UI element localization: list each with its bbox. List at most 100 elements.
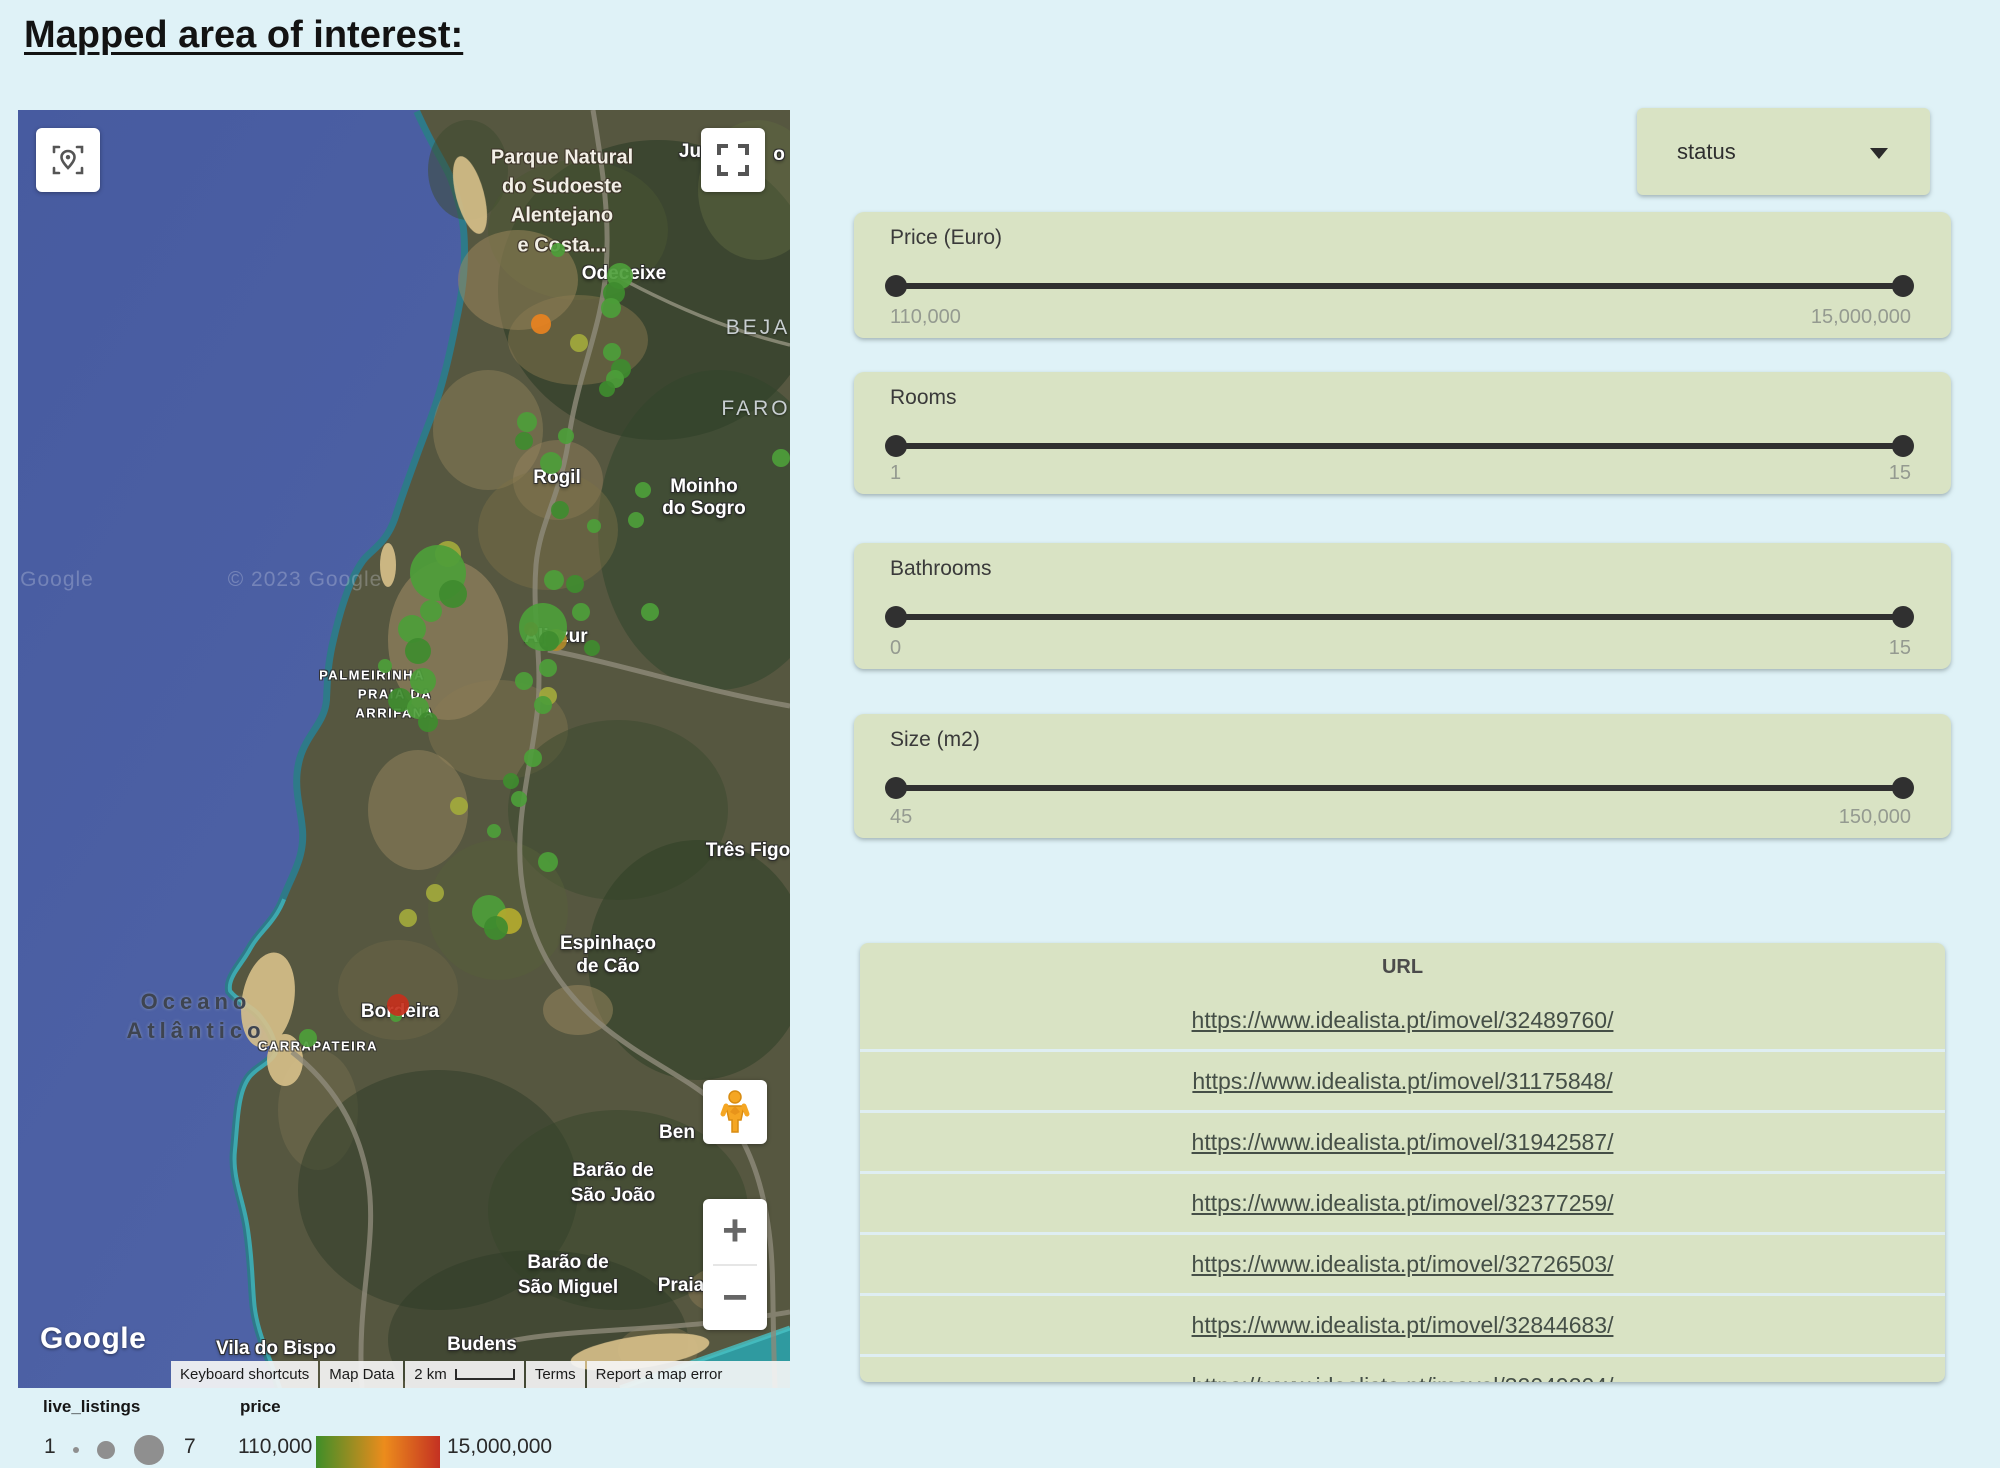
report-map-error-link[interactable]: Report a map error [587, 1361, 790, 1388]
listing-marker[interactable] [772, 449, 790, 467]
table-row: https://www.idealista.pt/imovel/32489760… [860, 991, 1945, 1049]
listing-marker[interactable] [503, 773, 519, 789]
listing-marker[interactable] [387, 994, 409, 1016]
rooms-slider-handle-max[interactable] [1892, 435, 1914, 457]
price-slider-handle-min[interactable] [885, 275, 907, 297]
size-slider-handle-min[interactable] [885, 777, 907, 799]
listing-marker[interactable] [628, 512, 644, 528]
listing-marker[interactable] [584, 640, 600, 656]
table-row: https://www.idealista.pt/imovel/32049204… [860, 1354, 1945, 1382]
scale-segment: 2 km [405, 1361, 524, 1388]
bathrooms-slider-handle-max[interactable] [1892, 606, 1914, 628]
zoom-in-button[interactable]: + [703, 1199, 767, 1264]
listing-marker[interactable] [524, 749, 542, 767]
map-data-link[interactable]: Map Data [320, 1361, 403, 1388]
pegman-icon [718, 1090, 752, 1134]
zoom-control: + − [703, 1199, 767, 1330]
listing-marker[interactable] [572, 603, 590, 621]
listing-marker[interactable] [570, 334, 588, 352]
listing-marker[interactable] [601, 298, 621, 318]
listing-marker[interactable] [551, 243, 565, 257]
listing-marker[interactable] [511, 791, 527, 807]
listing-marker[interactable] [420, 600, 442, 622]
listing-marker[interactable] [538, 852, 558, 872]
size-legend-dot-medium [97, 1441, 115, 1459]
size-legend-dot-small [73, 1447, 79, 1453]
listing-url-link[interactable]: https://www.idealista.pt/imovel/32844683… [1192, 1312, 1614, 1339]
listing-marker[interactable] [484, 916, 508, 940]
listing-marker[interactable] [450, 797, 468, 815]
size-legend-dot-large [134, 1435, 164, 1465]
listing-marker[interactable] [426, 884, 444, 902]
google-logo[interactable]: Google [40, 1322, 146, 1356]
size-slider-max-value: 150,000 [1839, 806, 1911, 829]
rooms-slider-track[interactable] [896, 443, 1903, 449]
listing-marker[interactable] [410, 668, 436, 694]
map-markers-layer [18, 110, 790, 1388]
bathrooms-slider-handle-min[interactable] [885, 606, 907, 628]
rooms-slider-handle-min[interactable] [885, 435, 907, 457]
listing-marker[interactable] [599, 381, 615, 397]
listing-url-link[interactable]: https://www.idealista.pt/imovel/32377259… [1192, 1190, 1614, 1217]
rooms-slider-max-value: 15 [1889, 462, 1911, 485]
listing-marker[interactable] [551, 501, 569, 519]
color-legend-max: 15,000,000 [447, 1435, 552, 1459]
zoom-out-button[interactable]: − [703, 1266, 767, 1331]
listing-url-link[interactable]: https://www.idealista.pt/imovel/31942587… [1192, 1129, 1614, 1156]
listing-marker[interactable] [299, 1029, 317, 1047]
size-slider-track[interactable] [896, 785, 1903, 791]
bathrooms-slider-track[interactable] [896, 614, 1903, 620]
listing-marker[interactable] [539, 659, 557, 677]
bathrooms-slider-panel: Bathrooms 0 15 [854, 543, 1951, 669]
fullscreen-button[interactable] [701, 128, 765, 192]
listing-url-link[interactable]: https://www.idealista.pt/imovel/32489760… [1192, 1007, 1614, 1034]
listing-marker[interactable] [515, 672, 533, 690]
scale-bar [455, 1369, 515, 1380]
price-slider-track[interactable] [896, 283, 1903, 289]
listing-marker[interactable] [399, 909, 417, 927]
listing-marker[interactable] [544, 570, 564, 590]
listing-marker[interactable] [515, 432, 533, 450]
listing-marker[interactable] [405, 638, 431, 664]
color-legend-min: 110,000 [238, 1435, 312, 1459]
listing-marker[interactable] [378, 659, 392, 673]
keyboard-shortcuts-link[interactable]: Keyboard shortcuts [171, 1361, 318, 1388]
size-slider-handle-max[interactable] [1892, 777, 1914, 799]
scale-text: 2 km [414, 1366, 447, 1383]
listing-marker[interactable] [418, 712, 438, 732]
listing-marker[interactable] [487, 824, 501, 838]
listing-marker[interactable] [540, 452, 562, 474]
listing-url-link[interactable]: https://www.idealista.pt/imovel/31175848… [1192, 1068, 1612, 1095]
listing-url-link[interactable]: https://www.idealista.pt/imovel/32049204… [1192, 1373, 1614, 1383]
page-title: Mapped area of interest: [24, 14, 463, 57]
listing-marker[interactable] [531, 314, 551, 334]
listing-url-link[interactable]: https://www.idealista.pt/imovel/32726503… [1192, 1251, 1614, 1278]
status-dropdown[interactable]: status [1637, 108, 1930, 195]
listing-marker[interactable] [635, 482, 651, 498]
listing-marker[interactable] [439, 580, 467, 608]
table-row: https://www.idealista.pt/imovel/31942587… [860, 1110, 1945, 1171]
legend: live_listings 1 7 price 110,000 15,000,0… [0, 1395, 800, 1468]
size-slider-label: Size (m2) [890, 728, 980, 752]
listing-marker[interactable] [641, 603, 659, 621]
url-column-header: URL [860, 943, 1945, 991]
bathrooms-slider-max-value: 15 [1889, 637, 1911, 660]
price-slider-min-value: 110,000 [890, 306, 961, 329]
listing-marker[interactable] [558, 428, 574, 444]
area-pin-icon [50, 142, 86, 178]
price-slider-panel: Price (Euro) 110,000 15,000,000 [854, 212, 1951, 338]
listing-marker[interactable] [566, 575, 584, 593]
price-slider-handle-max[interactable] [1892, 275, 1914, 297]
pegman-button[interactable] [703, 1080, 767, 1144]
size-slider-min-value: 45 [890, 806, 912, 829]
listing-marker[interactable] [539, 631, 559, 651]
listing-marker[interactable] [517, 412, 537, 432]
size-legend-max: 7 [184, 1435, 196, 1459]
listing-marker[interactable] [534, 696, 552, 714]
locate-area-button[interactable] [36, 128, 100, 192]
map-canvas[interactable]: Parque Naturaldo SudoesteAlentejanoe Cos… [18, 110, 790, 1388]
rooms-slider-min-value: 1 [890, 462, 901, 485]
listing-marker[interactable] [587, 519, 601, 533]
terms-link[interactable]: Terms [526, 1361, 585, 1388]
map-attribution-bar: Keyboard shortcuts Map Data 2 km Terms R… [171, 1361, 790, 1388]
